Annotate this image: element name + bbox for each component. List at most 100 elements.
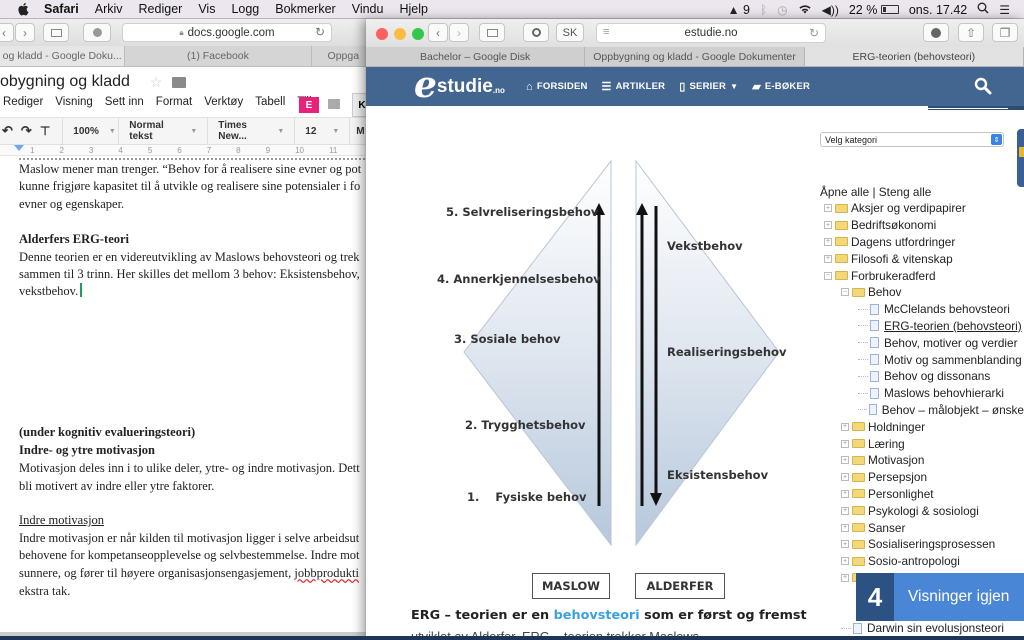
expand-icon[interactable]: + <box>841 523 849 532</box>
adobe-creative-cloud-status[interactable]: ▲ 9 <box>728 3 750 17</box>
nav-e-boker[interactable]: ▰ E-BØKER <box>752 80 810 93</box>
tree-page-item[interactable]: Behov – målobjekt – ønske <box>820 402 1024 419</box>
tree-folder-item[interactable]: + Sanser <box>820 519 1024 536</box>
menu-logg[interactable]: Logg <box>231 2 259 16</box>
expand-icon[interactable]: + <box>841 422 849 431</box>
site-logo[interactable]: e studie .no <box>414 67 505 106</box>
bluetooth-icon[interactable]: ᛒ <box>760 3 767 17</box>
menu-arkiv[interactable]: Arkiv <box>95 2 123 16</box>
volume-icon[interactable]: ◀)) <box>822 3 839 17</box>
menu-app-name[interactable]: Safari <box>44 2 79 16</box>
views-remaining-popup[interactable]: 4 Visninger igjen <box>856 573 1024 621</box>
spotlight-search-icon[interactable] <box>977 2 989 17</box>
tree-page-item[interactable]: Behov, motiver og verdier <box>820 334 1024 351</box>
tree-folder-item[interactable]: + Læring <box>820 435 1024 452</box>
notification-center-icon[interactable]: ☰ <box>999 3 1010 17</box>
docs-menu-sett-inn[interactable]: Sett inn <box>105 96 144 114</box>
clock[interactable]: ons. 17.42 <box>909 3 967 17</box>
expand-icon[interactable]: + <box>841 456 849 465</box>
style-dropdown[interactable]: Normal tekst ▼ <box>119 120 207 142</box>
tree-page-item[interactable]: McClelands behovsteori <box>820 301 1024 318</box>
tab-oppgave[interactable]: Oppga <box>312 46 370 66</box>
indent-marker[interactable] <box>14 145 24 151</box>
menu-rediger[interactable]: Rediger <box>139 2 183 16</box>
category-select[interactable]: Velg kategori ⇕ <box>820 132 1004 147</box>
reload-icon[interactable]: ↻ <box>809 26 819 40</box>
docs-menu-tabell[interactable]: Tabell <box>255 96 285 114</box>
tabs-overview-button[interactable]: ❐ <box>992 23 1018 42</box>
tree-folder-item[interactable]: + Dagens utfordringer <box>820 234 1024 251</box>
reload-icon[interactable]: ↻ <box>315 25 325 39</box>
expand-icon[interactable]: + <box>841 439 849 448</box>
battery-status[interactable]: 22 % <box>849 3 899 17</box>
redo-icon[interactable]: ↷ <box>21 123 32 139</box>
tree-page-item[interactable]: Maslows behovhierarki <box>820 385 1024 402</box>
tree-folder-item[interactable]: + Bedriftsøkonomi <box>820 217 1024 234</box>
sidebar-button[interactable] <box>43 23 69 42</box>
expand-icon[interactable]: + <box>824 254 832 263</box>
nav-artikler[interactable]: ☰ ARTIKLER <box>602 80 666 93</box>
tree-folder-item[interactable]: + Filosofi & vitenskap <box>820 250 1024 267</box>
collaborator-avatar[interactable]: E <box>299 97 319 113</box>
address-bar[interactable]: ≡ estudie.no ↻ <box>596 23 826 43</box>
tree-folder-item[interactable]: + Persepsjon <box>820 469 1024 486</box>
expand-icon[interactable]: + <box>824 221 832 230</box>
docs-menu-visning[interactable]: Visning <box>55 96 93 114</box>
font-dropdown[interactable]: Times New... ▼ <box>208 120 294 142</box>
reader-icon[interactable]: ≡ <box>603 26 609 38</box>
tree-folder-item[interactable]: + Holdninger <box>820 418 1024 435</box>
back-button[interactable]: ‹ <box>0 23 14 42</box>
star-icon[interactable]: ☆ <box>150 74 163 91</box>
misspelled-word[interactable]: jobbprodukti <box>294 566 359 580</box>
tree-folder-item[interactable]: + Sosio-antropologi <box>820 553 1024 570</box>
tab-google-docs[interactable]: og kladd - Google Doku... <box>0 46 126 66</box>
nav-serier[interactable]: ▯ SERIER ▼ <box>679 80 738 93</box>
document-title[interactable]: obygning og kladd <box>0 73 130 91</box>
tree-page-item[interactable]: Behov og dissonans <box>820 368 1024 385</box>
opera-extension-button[interactable] <box>523 23 549 42</box>
expand-icon[interactable]: + <box>824 237 832 246</box>
expand-icon[interactable]: + <box>841 489 849 498</box>
tree-folder-item[interactable]: − Behov <box>820 284 1024 301</box>
tree-folder-item[interactable]: − Forbrukeradferd <box>820 267 1024 284</box>
undo-icon[interactable]: ↶ <box>2 123 13 139</box>
docs-menu-verktoy[interactable]: Verktøy <box>204 96 243 114</box>
collapse-icon[interactable]: − <box>824 271 832 280</box>
expand-icon[interactable]: + <box>841 573 849 582</box>
tree-folder-item[interactable]: + Motivasjon <box>820 452 1024 469</box>
zoom-window-button[interactable] <box>412 28 424 40</box>
tab-oppbygning[interactable]: Oppbygning og kladd - Google Dokumenter <box>585 47 805 66</box>
time-machine-icon[interactable]: ◷ <box>777 3 787 17</box>
share-button[interactable]: ⇧ <box>958 23 984 42</box>
folder-icon[interactable] <box>172 76 187 88</box>
forward-button[interactable]: › <box>15 23 35 42</box>
forward-button[interactable]: › <box>449 23 469 42</box>
collapse-icon[interactable]: − <box>841 288 849 297</box>
tab-bachelor[interactable]: Bachelor – Google Disk <box>366 47 586 66</box>
expand-icon[interactable]: + <box>841 473 849 482</box>
downloads-button[interactable] <box>923 23 949 42</box>
tree-page-item[interactable]: ERG-teorien (behovsteori) <box>820 318 1024 335</box>
tree-folder-item[interactable]: + Aksjer og verdipapirer <box>820 200 1024 217</box>
menu-bokmerker[interactable]: Bokmerker <box>275 2 335 16</box>
font-size-dropdown[interactable]: 12 ▼ <box>295 126 349 137</box>
opera-extension-button[interactable] <box>83 23 111 42</box>
menu-vis[interactable]: Vis <box>198 2 215 16</box>
document-body[interactable]: Maslow mener man trenger. “Behov for å r… <box>0 156 370 640</box>
tab-erg-teorien[interactable]: ERG-teorien (behovsteori) <box>804 47 1024 66</box>
wifi-icon[interactable] <box>798 3 812 17</box>
expand-icon[interactable]: + <box>824 204 832 213</box>
behovsteori-link[interactable]: behovsteori <box>554 608 640 623</box>
minimize-window-button[interactable] <box>394 28 406 40</box>
tree-page-item[interactable]: Motiv og sammenblanding <box>820 351 1024 368</box>
nav-forsiden[interactable]: ⌂ FORSIDEN <box>526 81 588 93</box>
menu-vindu[interactable]: Vindu <box>352 2 384 16</box>
comment-icon[interactable] <box>328 99 340 109</box>
docs-menu-format[interactable]: Format <box>156 96 192 114</box>
expand-icon[interactable]: + <box>841 540 849 549</box>
tab-facebook[interactable]: (1) Facebook <box>125 46 312 66</box>
side-widget-tab[interactable] <box>1017 129 1024 187</box>
paint-format-icon[interactable]: ⊤ <box>40 124 50 138</box>
tree-folder-item[interactable]: + Psykologi & sosiologi <box>820 502 1024 519</box>
search-icon[interactable] <box>974 77 992 95</box>
